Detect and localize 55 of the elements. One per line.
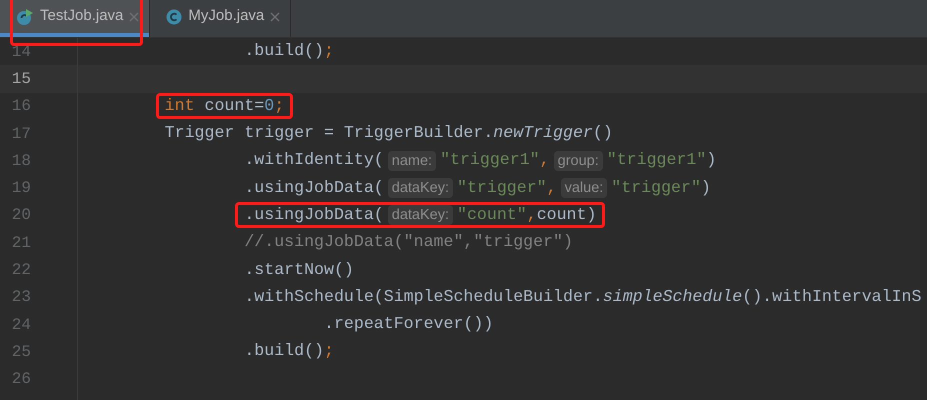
code-text: , [540, 149, 550, 172]
line-number: 19 [10, 178, 31, 200]
code-text: .withIdentity( [244, 149, 384, 172]
line-number: 26 [10, 369, 31, 390]
editor-tab[interactable]: MyJob.java [150, 0, 290, 37]
code-text: .build() [244, 340, 324, 362]
line-number: 22 [10, 260, 31, 282]
line-number: 18 [10, 150, 31, 172]
code-text: .withSchedule(SimpleScheduleBuilder. [244, 286, 603, 308]
line-number: 21 [10, 232, 31, 254]
line-number: 24 [10, 314, 31, 336]
parameter-hint: value: [560, 178, 608, 198]
line-number: 14 [10, 42, 31, 63]
class-run-icon [16, 8, 34, 26]
close-icon[interactable] [129, 12, 140, 22]
code-text: "trigger" [457, 176, 547, 199]
class-icon [166, 8, 182, 24]
close-icon[interactable] [270, 12, 280, 22]
code-text: newTrigger [493, 122, 593, 144]
code-comment: //.usingJobData("name","trigger") [244, 231, 573, 254]
line-number: 16 [10, 96, 31, 118]
code-text: .startNow() [244, 258, 354, 281]
code-text: simpleSchedule [602, 286, 742, 308]
code-text: .usingJobData( [244, 176, 384, 199]
line-number: 15 [10, 68, 31, 90]
code-text: ().withIntervalInS [742, 286, 922, 308]
parameter-hint: dataKey: [388, 178, 453, 198]
code-text: ; [274, 94, 284, 117]
editor-tab[interactable]: TestJob.java [0, 0, 150, 37]
code-text: ) [706, 149, 716, 172]
line-number: 20 [10, 205, 31, 226]
code-text: , [546, 176, 557, 199]
code-text: ; [324, 40, 334, 62]
line-number: 17 [10, 124, 31, 145]
code-text: Trigger trigger = TriggerBuilder. [164, 122, 494, 144]
code-text: .repeatForever()) [324, 313, 494, 336]
code-text: ; [324, 340, 334, 362]
code-text: count) [536, 204, 596, 226]
code-text: "count" [457, 204, 527, 226]
code-text: .build() [244, 40, 324, 62]
code-text: ) [700, 176, 711, 199]
line-number: 23 [10, 287, 31, 308]
code-text: .usingJobData( [244, 204, 384, 226]
code-text: () [592, 122, 613, 144]
code-text: int [164, 94, 195, 117]
code-text: "trigger" [611, 176, 701, 199]
line-number: 25 [10, 342, 31, 363]
code-text: count= [204, 94, 264, 117]
parameter-hint: group: [554, 150, 603, 171]
parameter-hint: name: [388, 150, 436, 171]
code-text: "trigger1" [440, 149, 540, 172]
parameter-hint: dataKey: [388, 205, 453, 226]
code-text: "trigger1" [606, 149, 706, 172]
code-text: 0 [264, 94, 274, 117]
code-text: , [526, 204, 537, 226]
